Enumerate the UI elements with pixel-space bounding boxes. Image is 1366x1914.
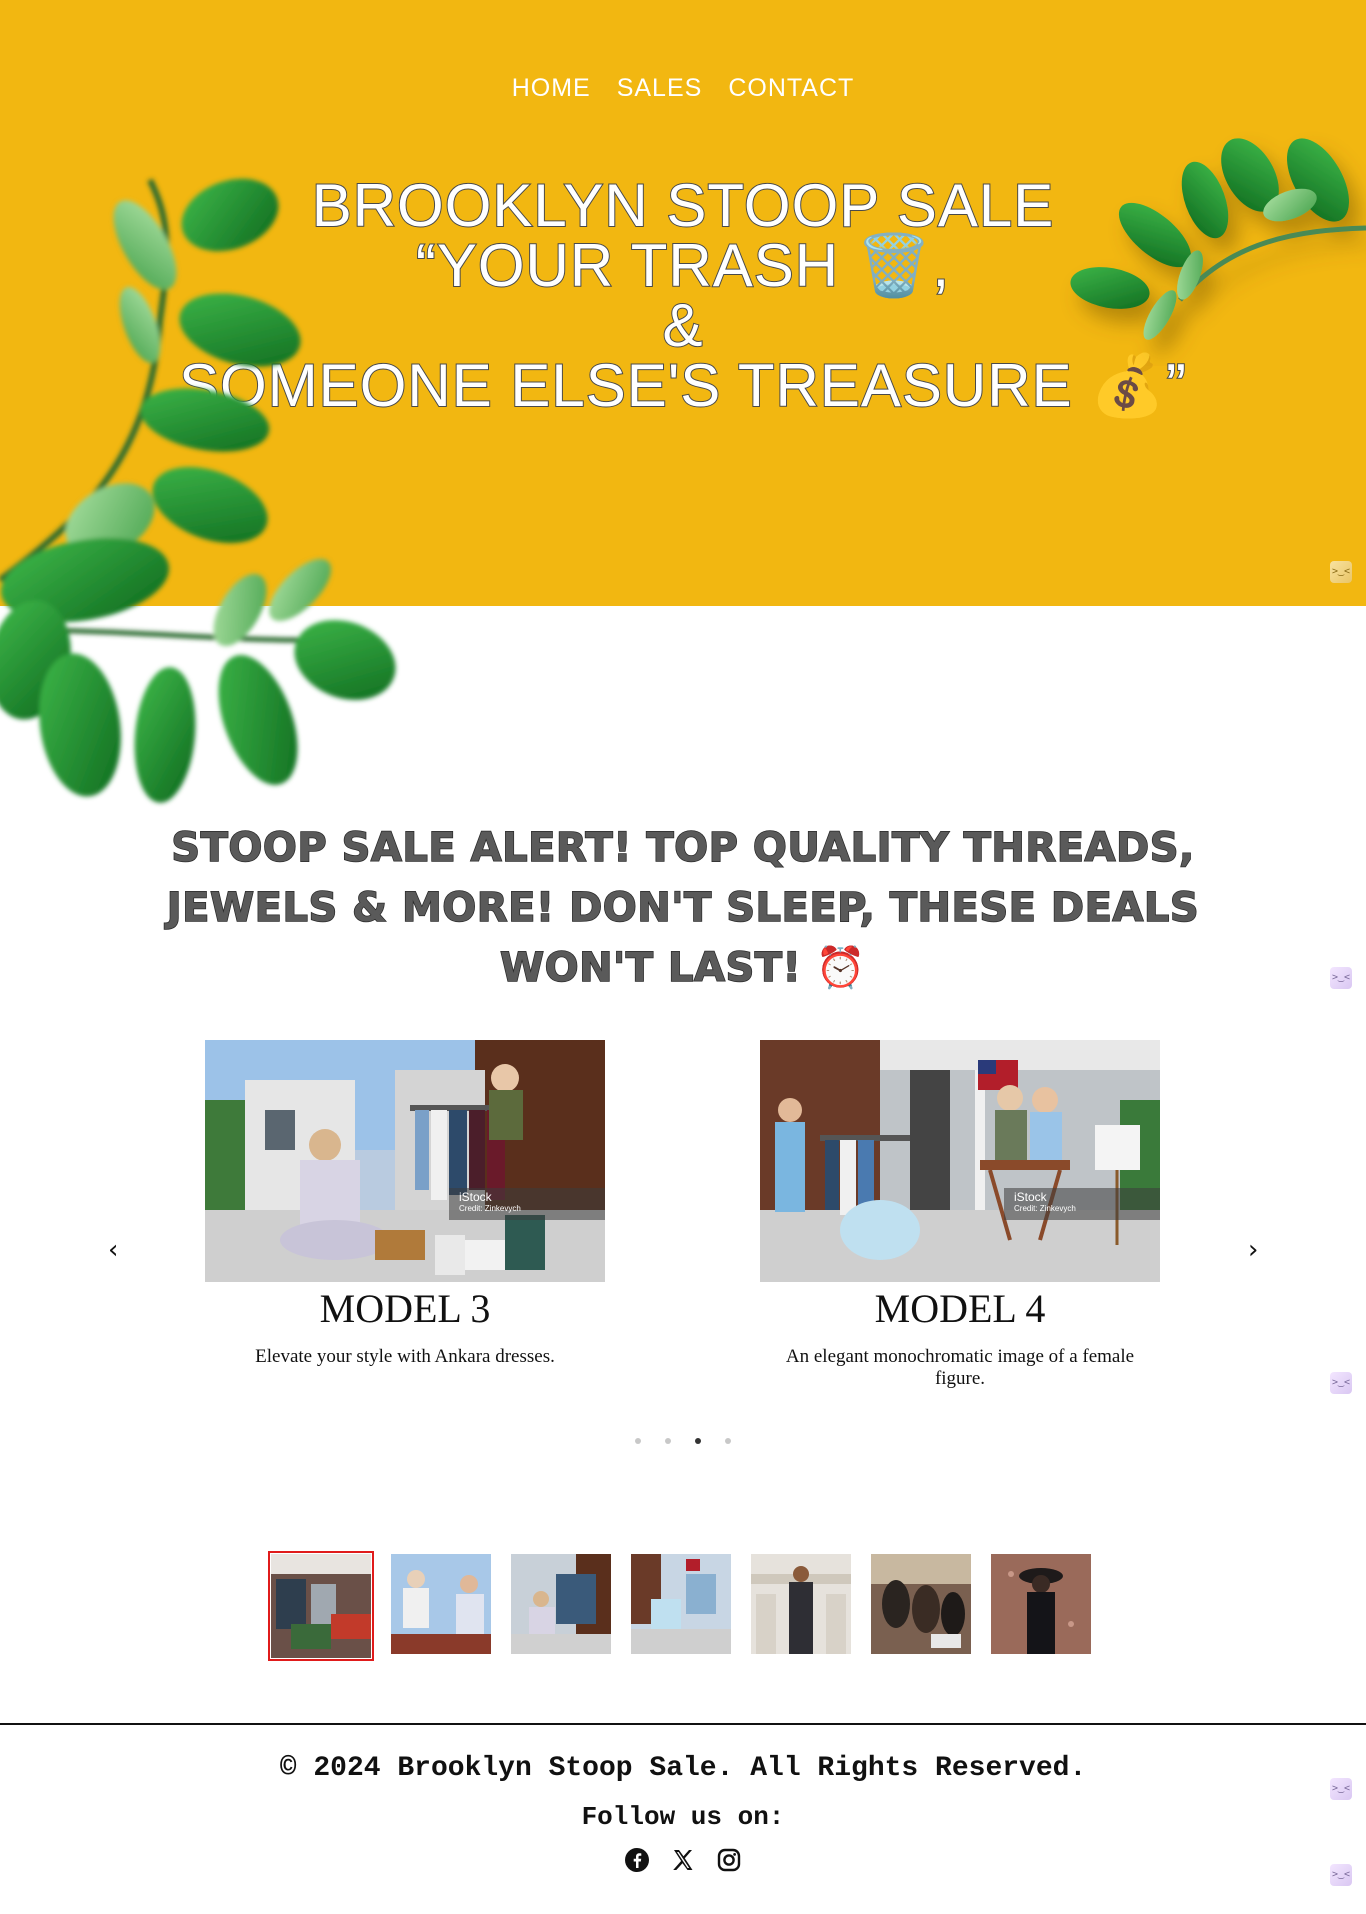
slide-title: MODEL 3 bbox=[319, 1286, 491, 1331]
carousel-slide[interactable]: iStock Credit: Zinkevych MODEL 4 An elega… bbox=[760, 1040, 1160, 1390]
thumbnail[interactable] bbox=[991, 1554, 1091, 1654]
carousel-dot[interactable] bbox=[635, 1438, 641, 1444]
carousel-dot[interactable] bbox=[725, 1438, 731, 1444]
carousel-slide[interactable]: iStock Credit: Zinkevych MODEL 3 Elevate … bbox=[205, 1040, 605, 1368]
carousel-prev-button[interactable]: ‹ bbox=[108, 1235, 118, 1265]
thumbnail[interactable] bbox=[751, 1554, 851, 1654]
hero-title-line2: “YOUR TRASH 🗑️, bbox=[415, 232, 951, 299]
follow-us-label: Follow us on: bbox=[581, 1802, 785, 1832]
carousel-indicators bbox=[0, 1438, 1366, 1444]
product-carousel: ‹ iStock Credit: Zinkevych MODEL 3 Eleva… bbox=[0, 1040, 1366, 1400]
slide-caption: Elevate your style with Ankara dresses. bbox=[255, 1346, 555, 1367]
hero-title-line1: BROOKLYN STOOP SALE bbox=[311, 172, 1055, 239]
site-footer: © 2024 Brooklyn Stoop Sale. All Rights R… bbox=[0, 1752, 1366, 1873]
thumbnail[interactable] bbox=[631, 1554, 731, 1654]
hero-title: BROOKLYN STOOP SALE “YOUR TRASH 🗑️, & SO… bbox=[0, 172, 1366, 419]
slide-caption: An elegant monochromatic image of a fema… bbox=[785, 1346, 1135, 1389]
carousel-next-button[interactable]: › bbox=[1248, 1235, 1258, 1265]
carousel-dot-active[interactable] bbox=[695, 1438, 701, 1444]
nav-home[interactable]: HOME bbox=[512, 74, 591, 103]
nav-sales[interactable]: SALES bbox=[617, 74, 703, 103]
social-links bbox=[0, 1847, 1366, 1873]
thumbnail[interactable] bbox=[268, 1551, 374, 1661]
istock-watermark: iStock Credit: Zinkevych bbox=[1004, 1188, 1160, 1220]
main-nav: HOME SALES CONTACT bbox=[0, 74, 1366, 103]
footer-divider bbox=[0, 1723, 1366, 1725]
extension-icon[interactable]: >‿< bbox=[1330, 967, 1352, 989]
thumbnail[interactable] bbox=[871, 1554, 971, 1654]
extension-icon[interactable]: >‿< bbox=[1330, 561, 1352, 583]
thumbnail-strip bbox=[268, 1551, 1091, 1661]
carousel-dot[interactable] bbox=[665, 1438, 671, 1444]
slide-title: MODEL 4 bbox=[874, 1286, 1046, 1331]
hero-title-line4: SOMEONE ELSE'S TREASURE 💰” bbox=[178, 352, 1187, 419]
thumbnail[interactable] bbox=[511, 1554, 611, 1654]
hero-title-line3: & bbox=[661, 292, 704, 359]
copyright-text: © 2024 Brooklyn Stoop Sale. All Rights R… bbox=[279, 1753, 1087, 1784]
sale-alert-heading: STOOP SALE ALERT! TOP QUALITY THREADS, J… bbox=[166, 824, 1200, 992]
instagram-icon[interactable] bbox=[716, 1847, 742, 1873]
istock-watermark: iStock Credit: Zinkevych bbox=[449, 1188, 605, 1220]
slide-photo: iStock Credit: Zinkevych bbox=[205, 1040, 605, 1282]
hero-banner: HOME SALES CONTACT BROOKLYN STOOP SALE “… bbox=[0, 0, 1366, 606]
x-icon[interactable] bbox=[670, 1847, 696, 1873]
facebook-icon[interactable] bbox=[624, 1847, 650, 1873]
nav-contact[interactable]: CONTACT bbox=[728, 74, 854, 103]
thumbnail[interactable] bbox=[391, 1554, 491, 1654]
slide-photo: iStock Credit: Zinkevych bbox=[760, 1040, 1160, 1282]
